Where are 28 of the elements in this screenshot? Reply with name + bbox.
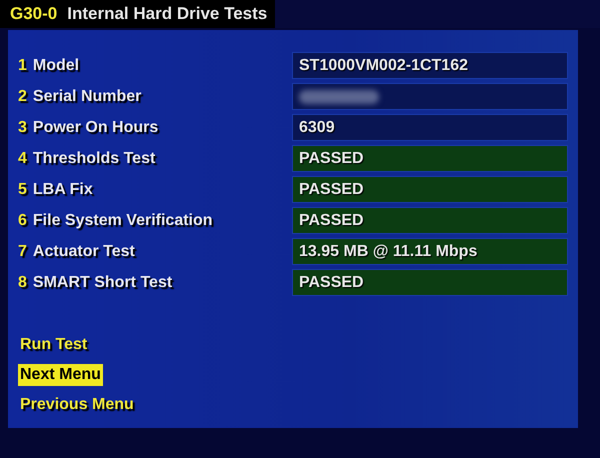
value-field: 6309 bbox=[292, 114, 568, 141]
item-number: 6 bbox=[18, 212, 27, 230]
screen-title: Internal Hard Drive Tests bbox=[67, 4, 268, 24]
item-number: 2 bbox=[18, 88, 27, 106]
screen-code: G30-0 bbox=[10, 4, 58, 24]
value-field: PASSED bbox=[292, 176, 568, 203]
item-label: Model bbox=[32, 56, 80, 74]
menu-item[interactable]: Next Menu bbox=[18, 364, 103, 386]
value-field: PASSED bbox=[292, 145, 568, 172]
menu-item[interactable]: Run Test bbox=[18, 334, 90, 356]
item-number: 1 bbox=[18, 56, 27, 74]
value-field: PASSED bbox=[292, 269, 568, 296]
value-field: ST1000VM002-1CT162 bbox=[292, 52, 568, 79]
item-label: SMART Short Test bbox=[32, 274, 172, 292]
item-label: Power On Hours bbox=[32, 118, 158, 136]
item-number: 4 bbox=[18, 150, 27, 168]
item-number: 3 bbox=[18, 118, 27, 136]
item-number: 8 bbox=[18, 274, 27, 292]
value-field: PASSED bbox=[292, 207, 568, 234]
item-number: 7 bbox=[18, 242, 27, 260]
item-label: Thresholds Test bbox=[32, 150, 156, 168]
value-field: 13.95 MB @ 11.11 Mbps bbox=[292, 238, 568, 265]
item-label: Actuator Test bbox=[32, 242, 135, 260]
menu-item[interactable]: Previous Menu bbox=[18, 394, 136, 416]
item-label: LBA Fix bbox=[32, 180, 93, 198]
item-label: Serial Number bbox=[32, 88, 142, 106]
item-label: File System Verification bbox=[32, 212, 213, 230]
item-number: 5 bbox=[18, 180, 27, 198]
